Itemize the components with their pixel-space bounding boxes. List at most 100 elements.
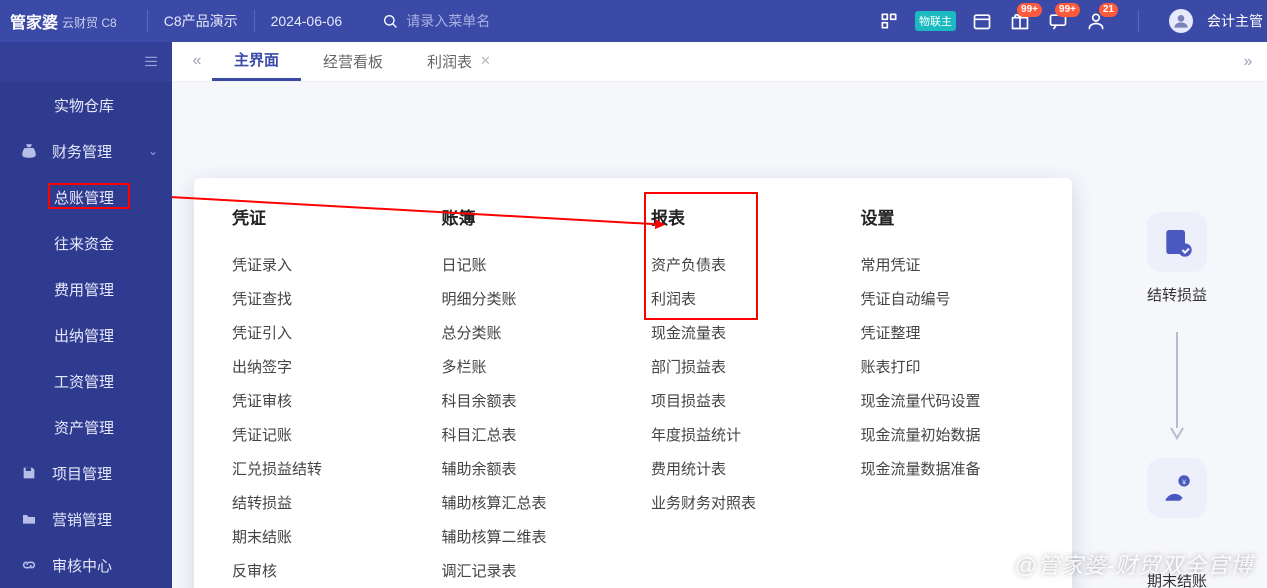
users-icon[interactable]: 21 xyxy=(1084,9,1108,33)
menu-item[interactable]: 辅助核算汇总表 xyxy=(442,487,616,521)
menu-item[interactable]: 反审核 xyxy=(232,555,406,588)
sidebar-item-label: 出纳管理 xyxy=(54,325,114,346)
menu-item[interactable]: 总分类账 xyxy=(442,317,616,351)
menu-item[interactable]: 资产负债表 xyxy=(651,249,825,283)
sidebar-section-marketing[interactable]: 营销管理 xyxy=(0,496,172,542)
menu-item[interactable]: 科目汇总表 xyxy=(442,419,616,453)
tab-dashboard[interactable]: 经营看板 xyxy=(301,42,405,81)
close-icon[interactable]: ✕ xyxy=(480,53,491,69)
menu-item[interactable]: 凭证审核 xyxy=(232,385,406,419)
gift-badge: 99+ xyxy=(1017,3,1042,17)
tab-main[interactable]: 主界面 xyxy=(212,42,301,81)
weibo-icon xyxy=(986,555,1008,577)
sidebar-item-label: 往来资金 xyxy=(54,233,114,254)
menu-item[interactable]: 现金流量初始数据 xyxy=(861,419,1035,453)
sidebar-item-label: 项目管理 xyxy=(52,463,112,484)
sidebar-item-payroll[interactable]: 工资管理 xyxy=(0,358,172,404)
divider xyxy=(1138,10,1139,32)
menu-item[interactable]: 科目余额表 xyxy=(442,385,616,419)
sidebar-item-label: 实物仓库 xyxy=(54,95,114,116)
iot-badge[interactable]: 物联主 xyxy=(915,11,956,31)
tabs-scroll-left[interactable]: « xyxy=(182,42,212,81)
crumb-date: 2024-06-06 xyxy=(271,13,343,29)
menu-item[interactable]: 凭证录入 xyxy=(232,249,406,283)
main: « 主界面 经营看板 利润表 ✕ » 结转损益 xyxy=(172,42,1267,588)
menu-item[interactable]: 现金流量表 xyxy=(651,317,825,351)
panel-col-voucher: 凭证 凭证录入 凭证查找 凭证引入 出纳签字 凭证审核 凭证记账 汇兑损益结转 … xyxy=(214,204,424,588)
divider xyxy=(147,10,148,32)
sidebar-item-label: 费用管理 xyxy=(54,279,114,300)
sidebar-item-label: 审核中心 xyxy=(52,555,112,576)
carryover-card-icon xyxy=(1147,212,1207,272)
menu-item[interactable]: 辅助核算二维表 xyxy=(442,521,616,555)
menu-item[interactable]: 凭证记账 xyxy=(232,419,406,453)
panel-col-title: 凭证 xyxy=(232,204,406,229)
menu-item[interactable]: 期末结账 xyxy=(232,521,406,555)
menu-item[interactable]: 凭证自动编号 xyxy=(861,283,1035,317)
shortcut-carryover[interactable]: 结转损益 xyxy=(1117,212,1237,305)
menu-item[interactable]: 凭证引入 xyxy=(232,317,406,351)
crumb-product[interactable]: C8产品演示 xyxy=(164,11,238,31)
menu-item[interactable]: 现金流量数据准备 xyxy=(861,453,1035,487)
tab-profit[interactable]: 利润表 ✕ xyxy=(405,42,513,81)
sidebar-section-project[interactable]: 项目管理 xyxy=(0,450,172,496)
sidebar-item-receivable[interactable]: 往来资金 xyxy=(0,220,172,266)
menu-item[interactable]: 年度损益统计 xyxy=(651,419,825,453)
watermark-text: @管家婆-财贸双全官博 xyxy=(1014,553,1253,578)
users-badge: 21 xyxy=(1099,3,1118,17)
sidebar-section-finance[interactable]: 财务管理 ⌄ xyxy=(0,128,172,174)
menu-item[interactable]: 凭证整理 xyxy=(861,317,1035,351)
message-icon[interactable]: 99+ xyxy=(1046,9,1070,33)
sidebar: 实物仓库 财务管理 ⌄ 总账管理 往来资金 费用管理 出纳管理 工资管理 资产管… xyxy=(0,42,172,588)
menu-item[interactable]: 项目损益表 xyxy=(651,385,825,419)
panel-col-reports: 报表 资产负债表 利润表 现金流量表 部门损益表 项目损益表 年度损益统计 费用… xyxy=(633,204,843,588)
scan-icon[interactable] xyxy=(877,9,901,33)
menu-item[interactable]: 明细分类账 xyxy=(442,283,616,317)
sidebar-section-label: 财务管理 xyxy=(52,141,112,162)
panel-col-books: 账簿 日记账 明细分类账 总分类账 多栏账 科目余额表 科目汇总表 辅助余额表 … xyxy=(424,204,634,588)
gift-icon[interactable]: 99+ xyxy=(1008,9,1032,33)
menu-item[interactable]: 凭证查找 xyxy=(232,283,406,317)
sidebar-item-expense[interactable]: 费用管理 xyxy=(0,266,172,312)
menu-search[interactable] xyxy=(382,13,546,29)
menu-item[interactable]: 部门损益表 xyxy=(651,351,825,385)
panel-col-title: 账簿 xyxy=(442,204,616,229)
menu-item[interactable]: 出纳签字 xyxy=(232,351,406,385)
panel-col-title: 报表 xyxy=(651,204,825,229)
menu-item[interactable]: 常用凭证 xyxy=(861,249,1035,283)
link-icon xyxy=(20,556,38,574)
tabstrip: « 主界面 经营看板 利润表 ✕ » xyxy=(172,42,1267,82)
collapse-icon xyxy=(142,55,160,69)
menu-item[interactable]: 汇兑损益结转 xyxy=(232,453,406,487)
tabs-scroll-right[interactable]: » xyxy=(1233,42,1263,82)
content-area: 结转损益 ¥ 期末结账 凭证 凭证录入 凭证查找 凭证引入 xyxy=(172,82,1267,588)
save-icon xyxy=(20,464,38,482)
shortcut-period-close[interactable]: ¥ 期末结账 xyxy=(1117,458,1237,551)
sidebar-item-label: 营销管理 xyxy=(52,509,112,530)
menu-item[interactable]: 结转损益 xyxy=(232,487,406,521)
sidebar-item-assets[interactable]: 资产管理 xyxy=(0,404,172,450)
sidebar-section-audit[interactable]: 审核中心 xyxy=(0,542,172,588)
username[interactable]: 会计主管 xyxy=(1207,11,1263,31)
sidebar-item-physical-warehouse[interactable]: 实物仓库 xyxy=(0,82,172,128)
svg-text:¥: ¥ xyxy=(1182,478,1186,486)
menu-item[interactable]: 费用统计表 xyxy=(651,453,825,487)
menu-item[interactable]: 利润表 xyxy=(651,283,825,317)
menu-item[interactable]: 账表打印 xyxy=(861,351,1035,385)
menu-item[interactable]: 日记账 xyxy=(442,249,616,283)
menu-item[interactable]: 现金流量代码设置 xyxy=(861,385,1035,419)
sidebar-item-label: 总账管理 xyxy=(54,187,114,208)
menu-item[interactable]: 多栏账 xyxy=(442,351,616,385)
panel-col-title: 设置 xyxy=(861,204,1035,229)
sidebar-item-cashier[interactable]: 出纳管理 xyxy=(0,312,172,358)
sidebar-item-label: 资产管理 xyxy=(54,417,114,438)
avatar[interactable] xyxy=(1169,9,1193,33)
tab-label: 经营看板 xyxy=(323,51,383,72)
sidebar-collapse[interactable] xyxy=(0,42,172,82)
menu-item[interactable]: 业务财务对照表 xyxy=(651,487,825,521)
sidebar-item-general-ledger[interactable]: 总账管理 xyxy=(0,174,172,220)
menu-item[interactable]: 辅助余额表 xyxy=(442,453,616,487)
menu-item[interactable]: 调汇记录表 xyxy=(442,555,616,588)
menu-search-input[interactable] xyxy=(406,13,546,29)
calendar-icon[interactable] xyxy=(970,9,994,33)
